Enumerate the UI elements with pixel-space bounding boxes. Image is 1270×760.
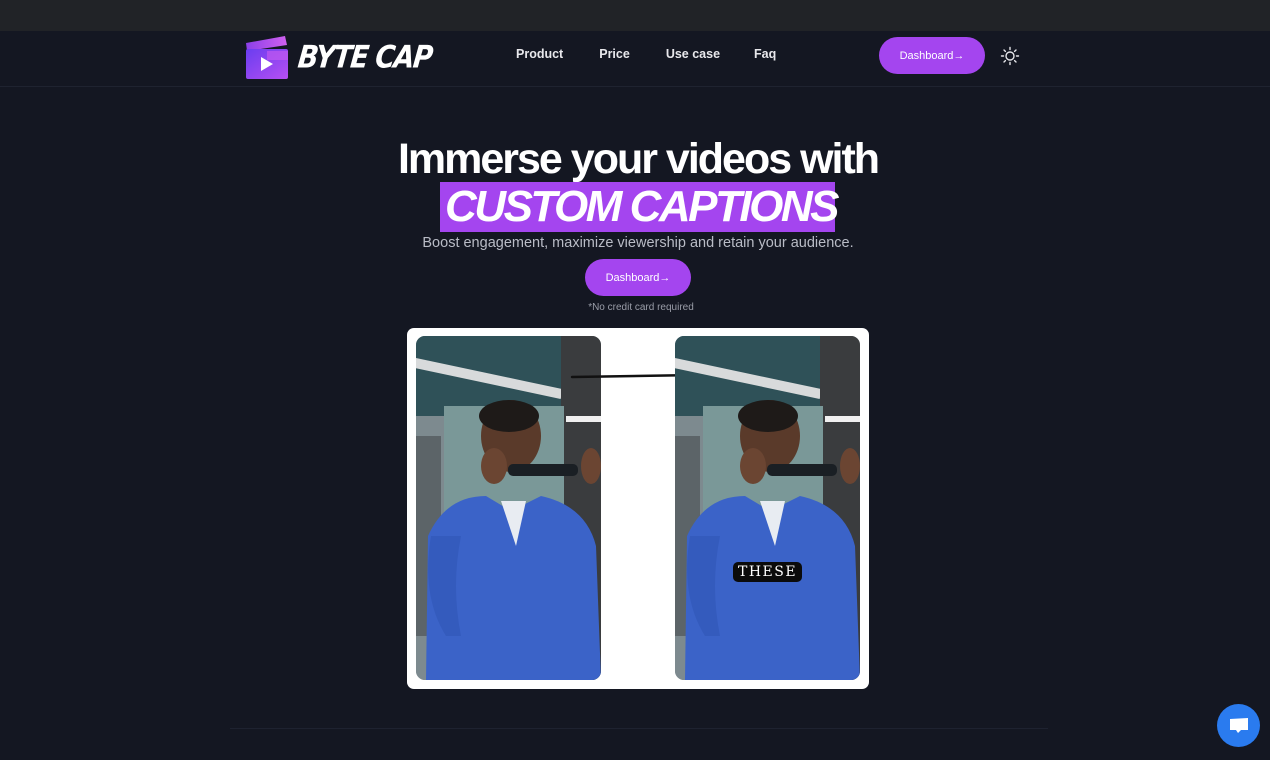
caption-overlay: THESE — [733, 562, 803, 582]
hero-highlight-text: CUSTOM CAPTIONS — [445, 182, 839, 231]
hero-subtitle: Boost engagement, maximize viewership an… — [422, 235, 854, 251]
site-header: BYTE CAP Product Price Use case Faq Dash… — [0, 31, 1270, 87]
nav-item-use-case[interactable]: Use case — [666, 47, 720, 61]
sun-icon — [1000, 46, 1020, 66]
nav-item-faq[interactable]: Faq — [754, 47, 776, 61]
brand-logo[interactable]: BYTE CAP — [245, 34, 434, 80]
clapperboard-play-icon — [245, 35, 289, 79]
main-nav: Product Price Use case Faq — [516, 47, 812, 61]
hero-title: Immerse your videos with — [397, 135, 880, 183]
nav-item-price[interactable]: Price — [599, 47, 630, 61]
video-frame-after: THESE — [675, 336, 860, 680]
chat-widget-button[interactable] — [1217, 704, 1260, 747]
browser-top-strip — [0, 0, 1270, 31]
hero-dashboard-button[interactable]: Dashboard→ — [585, 259, 691, 296]
no-credit-card-note: *No credit card required — [588, 302, 694, 313]
brand-name: BYTE CAP — [296, 39, 434, 75]
theme-toggle-button[interactable] — [1000, 46, 1020, 66]
video-thumbnail-after — [675, 336, 860, 680]
section-divider — [230, 728, 1048, 729]
caption-demo-card: THESE — [407, 328, 869, 689]
nav-item-product[interactable]: Product — [516, 47, 563, 61]
header-dashboard-button[interactable]: Dashboard→ — [879, 37, 985, 74]
chat-bubble-icon — [1229, 717, 1248, 733]
